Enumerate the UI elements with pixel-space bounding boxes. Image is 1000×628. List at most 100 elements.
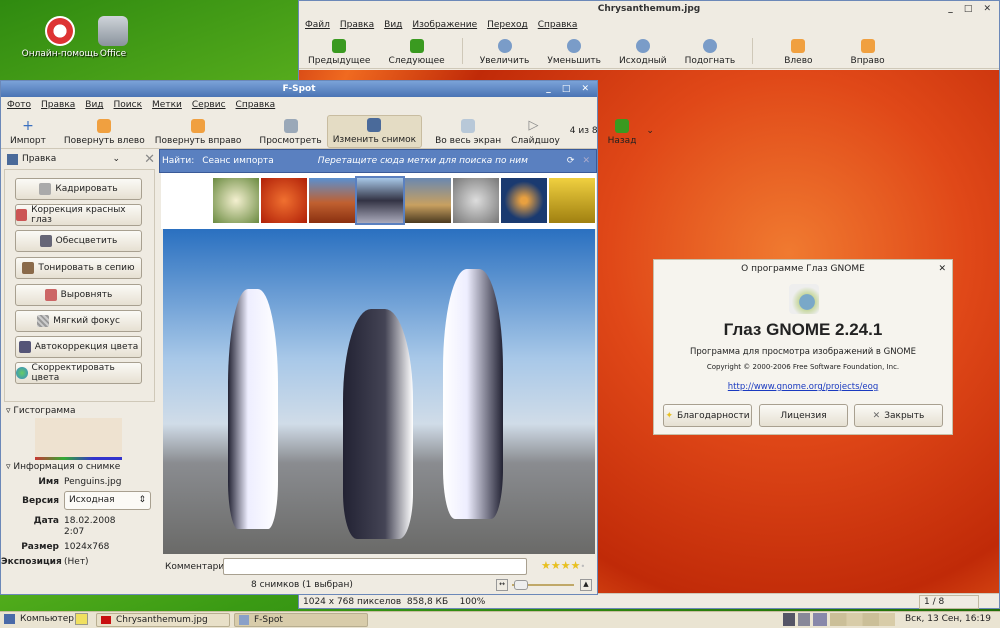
date-label: Дата	[33, 516, 59, 526]
about-copyright: Copyright © 2000-2006 Free Software Foun…	[706, 363, 900, 371]
sidebar-close-icon[interactable]: ✕	[144, 152, 155, 167]
window-controls[interactable]: _ □ ✕	[546, 81, 593, 97]
zoom-out-icon[interactable]: ↔	[496, 579, 508, 591]
zoom-fit-button[interactable]: Подогнать	[680, 37, 741, 68]
spinner-icon: ⇕	[138, 495, 146, 505]
menu-edit[interactable]: Правка	[340, 17, 374, 33]
rotate-right-icon	[860, 39, 875, 53]
prev-button[interactable]: Предыдущее	[303, 37, 375, 68]
version-select[interactable]: Исходная ⇕	[64, 491, 151, 510]
auto-color-button[interactable]: Автокоррекция цвета	[15, 336, 142, 358]
menu-find[interactable]: Поиск	[114, 97, 143, 113]
menu-tags[interactable]: Метки	[152, 97, 182, 113]
zoom-out-button[interactable]: Уменьшить	[542, 37, 606, 68]
straighten-button[interactable]: Выровнять	[15, 284, 142, 306]
thumbnail-chrysanthemum[interactable]	[261, 178, 307, 223]
find-close-icon[interactable]: ✕	[582, 156, 590, 166]
about-close-icon[interactable]: ✕	[938, 260, 946, 278]
name-label: Имя	[38, 477, 59, 487]
menu-view[interactable]: Вид	[85, 97, 103, 113]
network-icon[interactable]	[783, 613, 795, 626]
fspot-titlebar[interactable]: F-Spot _ □ ✕	[1, 81, 597, 97]
about-website-link[interactable]: http://www.gnome.org/projects/eog	[654, 382, 952, 392]
fspot-menubar: Фото Правка Вид Поиск Метки Сервис Справка	[1, 97, 597, 113]
window-controls[interactable]: _ □ ✕	[948, 1, 995, 17]
fullscreen-button[interactable]: Во весь экран	[430, 117, 506, 148]
zoom-in-button[interactable]: Увеличить	[475, 37, 535, 68]
menu-go[interactable]: Переход	[487, 17, 528, 33]
rotate-right-button[interactable]: Вправо	[846, 37, 890, 68]
play-icon: ▷	[528, 118, 539, 133]
photo-info-expander[interactable]: ▿ Информация о снимке	[6, 462, 120, 472]
find-bar[interactable]: Найти: Сеанс импорта Перетащите сюда мет…	[159, 149, 597, 173]
desktop-icon-office[interactable]: Office	[73, 16, 153, 59]
thumbnail-tulips[interactable]	[549, 178, 595, 223]
eog-menubar: Файл Правка Вид Изображение Переход Справка	[299, 17, 999, 33]
browse-button[interactable]: Просмотреть	[254, 117, 326, 148]
crop-icon	[39, 183, 52, 195]
adjust-color-icon	[16, 367, 28, 379]
zoom-slider-thumb[interactable]	[514, 580, 528, 590]
find-tag[interactable]: Сеанс импорта	[202, 156, 274, 166]
crop-button[interactable]: Кадрировать	[15, 178, 142, 200]
notes-launcher-icon[interactable]	[75, 613, 88, 625]
task-fspot[interactable]: F-Spot	[234, 613, 368, 627]
menu-tools[interactable]: Сервис	[192, 97, 226, 113]
refresh-icon[interactable]: ⟳	[567, 156, 575, 166]
zoom-in-icon	[497, 39, 512, 53]
menu-help[interactable]: Справка	[538, 17, 578, 33]
zoom-in-icon[interactable]: ▲	[580, 579, 592, 591]
keyboard-icon[interactable]	[813, 613, 827, 626]
histogram-expander[interactable]: ▿ Гистограмма	[6, 406, 75, 416]
zoom-out-icon	[567, 39, 582, 53]
fspot-status: 8 снимков (1 выбран)	[251, 580, 353, 590]
zoom-normal-button[interactable]: Исходный	[614, 37, 672, 68]
next-button[interactable]: Следующее	[383, 37, 449, 68]
computer-menu-button[interactable]: Компьютер	[4, 614, 74, 624]
sidebar-dropdown-chevron[interactable]: ⌄	[113, 154, 121, 164]
toolbar-overflow-button[interactable]: ⌄	[641, 124, 659, 138]
thumbnail-desert[interactable]	[309, 178, 355, 223]
star-icon: ✦	[665, 410, 673, 421]
zoom-slider[interactable]: ↔ ▲	[496, 579, 592, 591]
desaturate-button[interactable]: Обесцветить	[15, 230, 142, 252]
menu-file[interactable]: Файл	[305, 17, 330, 33]
thumbnail-koala[interactable]	[453, 178, 499, 223]
size-value: 1024x768	[64, 542, 110, 552]
rotate-left-button[interactable]: Повернуть влево	[59, 117, 150, 148]
star-rating[interactable]: ★★★★•	[541, 559, 585, 572]
menu-image[interactable]: Изображение	[412, 17, 477, 33]
import-button[interactable]: + Импорт	[5, 117, 51, 148]
about-titlebar[interactable]: О программе Глаз GNOME ✕	[654, 260, 952, 278]
thumbnail-lighthouse[interactable]	[405, 178, 451, 223]
redeye-button[interactable]: Коррекция красных глаз	[15, 204, 142, 226]
rotate-left-button[interactable]: Влево	[779, 37, 817, 68]
close-button[interactable]: ✕ Закрыть	[854, 404, 943, 427]
volume-icon[interactable]	[798, 613, 810, 626]
slideshow-button[interactable]: ▷ Слайдшоу	[506, 117, 565, 148]
thumbnail-hydrangeas[interactable]	[213, 178, 259, 223]
soft-focus-button[interactable]: Мягкий фокус	[15, 310, 142, 332]
edit-photo-button[interactable]: Изменить снимок	[326, 115, 423, 148]
workspace-switcher[interactable]	[830, 613, 895, 626]
task-chrysanthemum[interactable]: Chrysanthemum.jpg	[96, 613, 230, 627]
comment-input[interactable]	[223, 558, 527, 575]
back-button[interactable]: Назад	[603, 117, 642, 148]
about-description: Программа для просмотра изображений в GN…	[690, 347, 916, 357]
adjust-color-button[interactable]: Скорректировать цвета	[15, 362, 142, 384]
menu-help[interactable]: Справка	[236, 97, 276, 113]
thumbnail-penguins[interactable]	[355, 176, 405, 225]
clock[interactable]: Вск, 13 Сен, 16:19	[905, 614, 991, 624]
thumbnail-jellyfish[interactable]	[501, 178, 547, 223]
license-button[interactable]: Лицензия	[759, 404, 848, 427]
credits-button[interactable]: ✦ Благодарности	[663, 404, 752, 427]
sepia-button[interactable]: Тонировать в сепию	[15, 257, 142, 279]
rotate-right-icon	[191, 119, 206, 133]
eog-titlebar[interactable]: Chrysanthemum.jpg _ □ ✕	[299, 1, 999, 17]
rotate-right-button[interactable]: Повернуть вправо	[150, 117, 247, 148]
menu-edit[interactable]: Правка	[41, 97, 75, 113]
size-label: Размер	[21, 542, 59, 552]
menu-view[interactable]: Вид	[384, 17, 402, 33]
zoom-fit-icon	[702, 39, 717, 53]
menu-photo[interactable]: Фото	[7, 97, 31, 113]
